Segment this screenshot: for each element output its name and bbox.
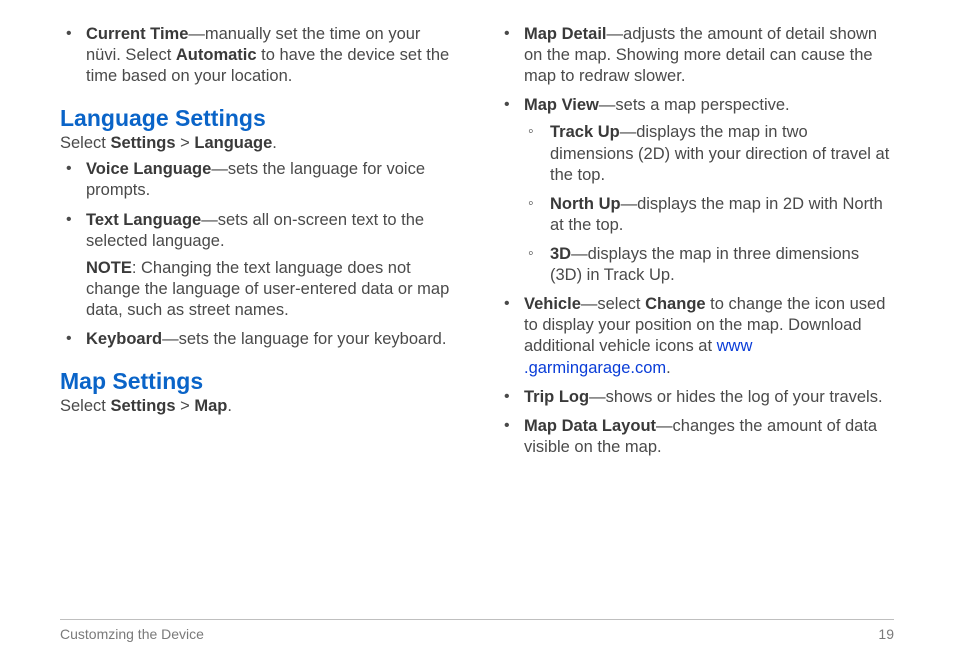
note-lead: NOTE	[86, 259, 132, 277]
crumb-map: Map	[194, 397, 227, 415]
label-vehicle: Vehicle	[524, 295, 581, 313]
item-vehicle: Vehicle—select Change to change the icon…	[498, 294, 894, 378]
heading-map-settings: Map Settings	[60, 368, 456, 395]
desc-map-view: —sets a map perspective.	[599, 96, 790, 114]
note-text-language: NOTE: Changing the text language does no…	[60, 258, 456, 321]
label-north-up: North Up	[550, 195, 621, 213]
footer-section: Customzing the Device	[60, 626, 204, 642]
top-bullet-list: Current Time—manually set the time on yo…	[60, 24, 456, 87]
subitem-3d: 3D—displays the map in three dimensions …	[524, 244, 894, 286]
label-3d: 3D	[550, 245, 571, 263]
footer-page-number: 19	[878, 626, 894, 642]
label-trip-log: Trip Log	[524, 388, 589, 406]
right-column: Map Detail—adjusts the amount of detail …	[498, 22, 894, 582]
crumb-end: .	[272, 134, 277, 152]
desc-keyboard: —sets the language for your keyboard.	[162, 330, 446, 348]
label-map-detail: Map Detail	[524, 25, 607, 43]
label-current-time: Current Time	[86, 25, 188, 43]
crumb-sep: >	[176, 134, 195, 152]
item-current-time: Current Time—manually set the time on yo…	[60, 24, 456, 87]
item-map-detail: Map Detail—adjusts the amount of detail …	[498, 24, 894, 87]
crumb-end-map: .	[227, 397, 232, 415]
subitem-north-up: North Up—displays the map in 2D with Nor…	[524, 194, 894, 236]
bold-change: Change	[645, 295, 706, 313]
link-garmin-a[interactable]: www	[717, 337, 753, 355]
label-voice-language: Voice Language	[86, 160, 211, 178]
breadcrumb-map: Select Settings > Map.	[60, 397, 456, 416]
bold-automatic: Automatic	[176, 46, 257, 64]
desc-3d: —displays the map in three dimensions (3…	[550, 245, 859, 284]
note-body: : Changing the text language does not ch…	[86, 259, 449, 319]
page-footer: Customzing the Device 19	[60, 619, 894, 642]
map-bullet-list: Map Detail—adjusts the amount of detail …	[498, 24, 894, 458]
label-track-up: Track Up	[550, 123, 620, 141]
crumb-sep-map: >	[176, 397, 195, 415]
crumb-language: Language	[194, 134, 272, 152]
language-bullet-list: Voice Language—sets the language for voi…	[60, 159, 456, 251]
crumb-settings: Settings	[110, 134, 175, 152]
breadcrumb-language: Select Settings > Language.	[60, 134, 456, 153]
label-map-view: Map View	[524, 96, 599, 114]
item-voice-language: Voice Language—sets the language for voi…	[60, 159, 456, 201]
map-view-sublist: Track Up—displays the map in two dimensi…	[524, 122, 894, 286]
crumb-select: Select	[60, 134, 110, 152]
item-map-data-layout: Map Data Layout—changes the amount of da…	[498, 416, 894, 458]
desc-vehicle-a: —select	[581, 295, 645, 313]
label-map-data-layout: Map Data Layout	[524, 417, 656, 435]
left-column: Current Time—manually set the time on yo…	[60, 22, 456, 582]
two-column-layout: Current Time—manually set the time on yo…	[60, 22, 894, 582]
heading-language-settings: Language Settings	[60, 105, 456, 132]
item-trip-log: Trip Log—shows or hides the log of your …	[498, 387, 894, 408]
page: Current Time—manually set the time on yo…	[0, 0, 954, 672]
item-map-view: Map View—sets a map perspective. Track U…	[498, 95, 894, 286]
label-text-language: Text Language	[86, 211, 201, 229]
link-garmin-b[interactable]: .garmingarage.com	[524, 359, 666, 377]
item-text-language: Text Language—sets all on-screen text to…	[60, 210, 456, 252]
crumb-select-map: Select	[60, 397, 110, 415]
crumb-settings-map: Settings	[110, 397, 175, 415]
subitem-track-up: Track Up—displays the map in two dimensi…	[524, 122, 894, 185]
desc-trip-log: —shows or hides the log of your travels.	[589, 388, 882, 406]
label-keyboard: Keyboard	[86, 330, 162, 348]
desc-vehicle-end: .	[666, 359, 671, 377]
item-keyboard: Keyboard—sets the language for your keyb…	[60, 329, 456, 350]
keyboard-bullet-list: Keyboard—sets the language for your keyb…	[60, 329, 456, 350]
